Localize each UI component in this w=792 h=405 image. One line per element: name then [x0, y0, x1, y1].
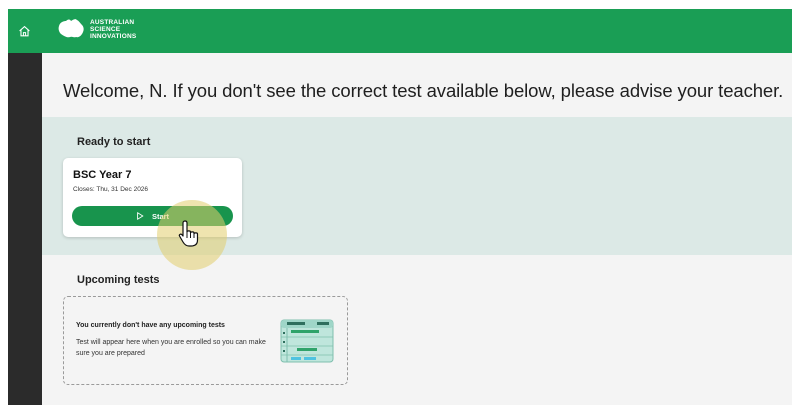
upcoming-empty-title: You currently don't have any upcoming te…: [76, 322, 225, 329]
test-title: BSC Year 7: [73, 169, 132, 181]
logo-text: AUSTRALIAN SCIENCE INNOVATIONS: [90, 18, 137, 40]
ready-heading: Ready to start: [77, 136, 151, 148]
upcoming-empty-description: Test will appear here when you are enrol…: [76, 339, 266, 357]
hand-pointer-icon: [178, 220, 199, 247]
sidebar: [8, 53, 42, 405]
calendar-illustration-icon: [280, 319, 334, 363]
home-icon: [18, 25, 30, 36]
upcoming-empty-card: You currently don't have any upcoming te…: [63, 296, 348, 385]
home-button[interactable]: [8, 9, 40, 53]
asi-logo[interactable]: AUSTRALIAN SCIENCE INNOVATIONS: [56, 13, 136, 45]
welcome-message: Welcome, N. If you don't see the correct…: [63, 80, 784, 101]
australia-map-icon: [58, 19, 84, 38]
test-closes-date: Closes: Thu, 31 Dec 2026: [73, 186, 149, 193]
upcoming-heading: Upcoming tests: [77, 274, 160, 286]
app-window: AUSTRALIAN SCIENCE INNOVATIONS Welcome, …: [0, 0, 792, 405]
play-icon: [137, 212, 144, 220]
